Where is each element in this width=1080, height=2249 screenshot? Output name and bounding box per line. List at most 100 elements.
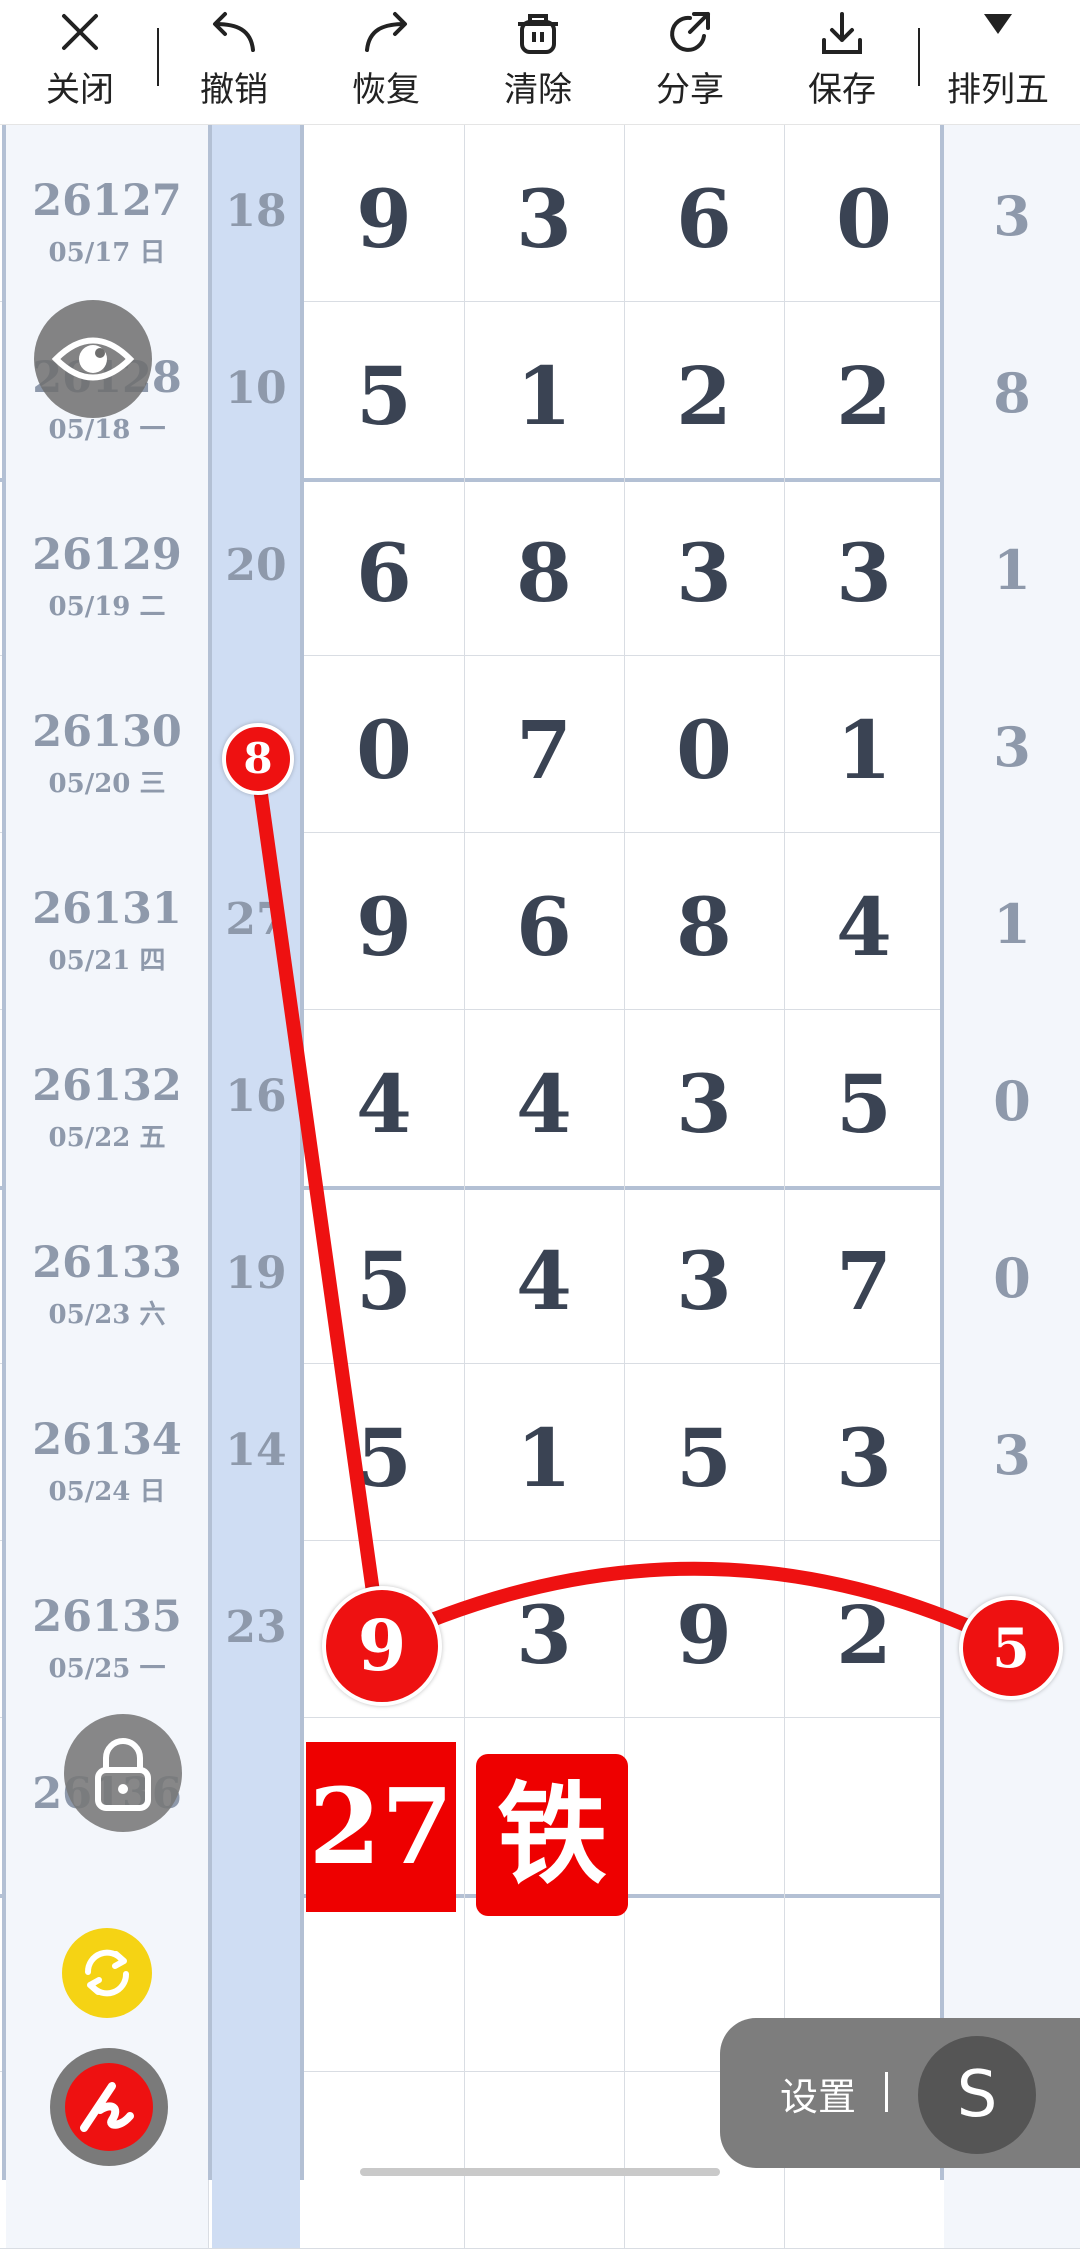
digit-cell[interactable]: 9 — [624, 1540, 785, 1717]
home-indicator — [360, 2168, 720, 2176]
table-row: 26127 05/17 日 18 9 3 6 0 3 — [0, 124, 1080, 302]
digit-cell[interactable]: 8 — [624, 832, 785, 1009]
digit-cell[interactable]: 7 — [784, 1186, 945, 1363]
digit-cell[interactable]: 9 — [304, 832, 465, 1009]
sum-badge[interactable]: 27 — [306, 1742, 456, 1912]
sum-cell: 23 — [212, 1540, 300, 1717]
digit-cell[interactable] — [304, 2071, 465, 2248]
period-cell: 26134 05/24 日 — [6, 1363, 209, 1540]
trend-chart-grid[interactable]: 2612705/17 日18936032612805/18 一105122826… — [0, 124, 1080, 2249]
issue-number: 26131 — [32, 884, 182, 934]
digit-cell-fifth[interactable]: 0 — [944, 1009, 1080, 1186]
lock-button[interactable] — [64, 1714, 182, 1832]
digit-cell-fifth[interactable]: 3 — [944, 124, 1080, 301]
sum-value: 14 — [225, 1425, 287, 1476]
issue-number: 26135 — [32, 1592, 182, 1642]
sum-value: 10 — [225, 363, 287, 414]
lock-icon — [95, 1738, 151, 1811]
digit-cell[interactable]: 3 — [624, 1186, 785, 1363]
sum-cell: 27 — [212, 832, 300, 1009]
digit-cell[interactable] — [784, 1717, 945, 1894]
digit-cell[interactable]: 5 — [304, 1186, 465, 1363]
digit-cell[interactable]: 5 — [304, 301, 465, 478]
sum-value: 19 — [225, 1248, 287, 1299]
digit-cell[interactable] — [464, 2071, 625, 2248]
digit-cell[interactable]: 5 — [784, 1009, 945, 1186]
refresh-button[interactable] — [62, 1928, 152, 2018]
redo-button[interactable]: 恢复 — [316, 0, 456, 124]
table-row: 2612805/18 一1051228 — [0, 301, 1080, 482]
digit-cell-fifth[interactable]: 1 — [944, 832, 1080, 1009]
digit-cell-fifth[interactable]: 3 — [944, 1363, 1080, 1540]
digit-cell[interactable]: 5 — [624, 1363, 785, 1540]
digit-cell[interactable]: 1 — [464, 1363, 625, 1540]
digit-cell[interactable]: 8 — [464, 478, 625, 655]
pen-button[interactable] — [50, 2048, 168, 2166]
digit-cell[interactable]: 4 — [784, 832, 945, 1009]
save-button[interactable]: 保存 — [772, 0, 912, 124]
issue-number: 26130 — [32, 707, 182, 757]
eye-toggle-button[interactable] — [34, 300, 152, 418]
table-row: 26135 05/25 一 23 3 9 2 — [0, 1540, 1080, 1718]
clear-button[interactable]: 清除 — [468, 0, 608, 124]
digit-cell[interactable]: 2 — [624, 301, 785, 478]
digit-cell[interactable]: 6 — [464, 832, 625, 1009]
digit-cell-fifth[interactable]: 1 — [944, 478, 1080, 655]
refresh-icon — [84, 1949, 130, 1997]
digit-cell-fifth[interactable]: 0 — [944, 1186, 1080, 1363]
sum-cell — [212, 2071, 300, 2248]
digit-value: 9 — [356, 880, 412, 974]
digit-cell[interactable]: 1 — [784, 655, 945, 832]
digit-cell[interactable]: 2 — [784, 1540, 945, 1717]
digit-value: 3 — [993, 715, 1031, 779]
digit-cell[interactable]: 3 — [784, 1363, 945, 1540]
digit-cell[interactable] — [624, 1717, 785, 1894]
digit-value: 0 — [836, 172, 892, 266]
digit-value: 9 — [676, 1588, 732, 1682]
marked-ball-middle[interactable]: 9 — [322, 1586, 442, 1706]
digit-value: 3 — [676, 526, 732, 620]
digit-value: 2 — [836, 349, 892, 443]
close-button[interactable]: 关闭 — [10, 0, 150, 124]
digit-cell-fifth[interactable]: 8 — [944, 301, 1080, 478]
undo-button[interactable]: 撤销 — [164, 0, 304, 124]
digit-cell[interactable]: 0 — [624, 655, 785, 832]
marked-ball-top[interactable]: 8 — [222, 723, 294, 795]
digit-cell-fifth[interactable] — [944, 1717, 1080, 1894]
digit-cell-fifth[interactable]: 3 — [944, 655, 1080, 832]
digit-cell[interactable]: 6 — [624, 124, 785, 301]
digit-cell[interactable] — [464, 1894, 625, 2071]
digit-cell[interactable]: 2 — [784, 301, 945, 478]
sum-value: 18 — [225, 186, 287, 237]
digit-cell[interactable]: 6 — [304, 478, 465, 655]
digit-value: 5 — [356, 349, 412, 443]
digit-cell[interactable]: 0 — [304, 655, 465, 832]
grid-divider — [940, 124, 944, 2180]
lottery-select[interactable]: 排列五 — [928, 0, 1068, 124]
digit-cell[interactable]: 9 — [304, 124, 465, 301]
digit-cell[interactable] — [304, 1894, 465, 2071]
digit-cell[interactable]: 7 — [464, 655, 625, 832]
digit-cell[interactable]: 1 — [464, 301, 625, 478]
digit-cell[interactable]: 3 — [464, 1540, 625, 1717]
sum-cell — [212, 1717, 300, 1894]
digit-cell[interactable]: 4 — [464, 1009, 625, 1186]
download-icon — [822, 12, 862, 54]
settings-panel-toggle[interactable]: 设置 S — [720, 2018, 1080, 2168]
marked-ball-right[interactable]: 5 — [959, 1596, 1063, 1700]
digit-cell[interactable]: 0 — [784, 124, 945, 301]
digit-cell[interactable]: 3 — [624, 478, 785, 655]
digit-cell[interactable]: 3 — [784, 478, 945, 655]
digit-cell[interactable]: 4 — [304, 1009, 465, 1186]
digit-cell[interactable]: 3 — [464, 124, 625, 301]
digit-cell[interactable]: 3 — [624, 1009, 785, 1186]
s-logo-icon[interactable]: S — [918, 2036, 1036, 2154]
digit-cell[interactable]: 5 — [304, 1363, 465, 1540]
sum-cell — [212, 1894, 300, 2071]
digit-cell[interactable]: 4 — [464, 1186, 625, 1363]
sum-cell: 16 — [212, 1009, 300, 1186]
share-button[interactable]: 分享 — [620, 0, 760, 124]
digit-value: 1 — [993, 538, 1031, 602]
note-badge[interactable]: 铁 — [476, 1754, 628, 1916]
table-row: 26131 05/21 四 27 9 6 8 4 1 — [0, 832, 1080, 1010]
